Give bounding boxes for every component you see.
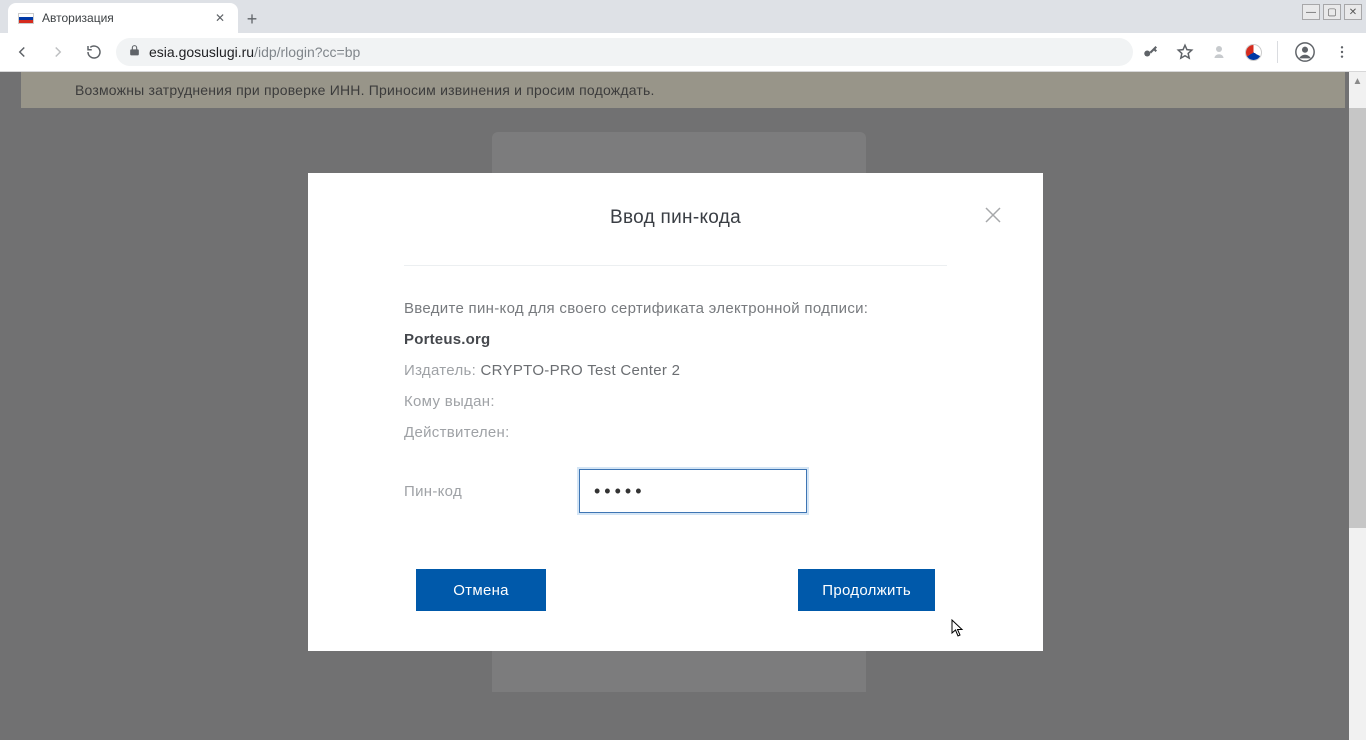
notice-text: Возможны затруднения при проверке ИНН. П… xyxy=(75,82,655,98)
certificate-name: Porteus.org xyxy=(404,331,947,348)
tab-title: Авторизация xyxy=(42,11,204,25)
browser-tab[interactable]: Авторизация ✕ xyxy=(8,3,238,33)
back-button[interactable] xyxy=(8,38,36,66)
pin-label: Пин-код xyxy=(404,483,579,500)
valid-label: Действителен: xyxy=(404,424,510,441)
notice-banner: Возможны затруднения при проверке ИНН. П… xyxy=(21,72,1345,108)
toolbar-right xyxy=(1141,39,1358,65)
lock-icon xyxy=(128,44,141,60)
continue-button[interactable]: Продолжить xyxy=(798,569,935,611)
menu-icon[interactable] xyxy=(1332,42,1352,62)
reload-button[interactable] xyxy=(80,38,108,66)
maximize-button[interactable]: ▢ xyxy=(1323,4,1341,20)
profile-avatar[interactable] xyxy=(1292,39,1318,65)
browser-toolbar: esia.gosuslugi.ru/idp/rlogin?cc=bp xyxy=(0,33,1366,72)
forward-button[interactable] xyxy=(44,38,72,66)
close-modal-button[interactable] xyxy=(981,203,1005,227)
scroll-up-icon[interactable]: ▲ xyxy=(1349,72,1366,90)
close-window-button[interactable]: ✕ xyxy=(1344,4,1362,20)
close-tab-icon[interactable]: ✕ xyxy=(212,11,228,25)
cancel-button[interactable]: Отмена xyxy=(416,569,546,611)
minimize-button[interactable]: — xyxy=(1302,4,1320,20)
modal-title: Ввод пин-кода xyxy=(404,207,947,229)
issuer-label: Издатель: xyxy=(404,362,476,379)
button-row: Отмена Продолжить xyxy=(404,569,947,611)
scrollbar-thumb[interactable] xyxy=(1349,108,1366,528)
extension-icon[interactable] xyxy=(1209,42,1229,62)
divider xyxy=(1277,41,1278,63)
issued-to-label: Кому выдан: xyxy=(404,393,495,410)
key-icon[interactable] xyxy=(1141,42,1161,62)
star-icon[interactable] xyxy=(1175,42,1195,62)
window-controls: — ▢ ✕ xyxy=(1302,4,1362,20)
cursor-icon xyxy=(951,619,965,637)
valid-row: Действителен: xyxy=(404,424,947,441)
tab-bar: Авторизация ✕ + xyxy=(0,0,1366,33)
scrollbar[interactable]: ▲ xyxy=(1349,72,1366,740)
russia-flag-icon xyxy=(18,10,34,26)
russia-flag-icon[interactable] xyxy=(1243,42,1263,62)
pin-input[interactable] xyxy=(579,469,807,513)
pin-modal: Ввод пин-кода Введите пин-код для своего… xyxy=(308,173,1043,651)
instruction-text: Введите пин-код для своего сертификата э… xyxy=(404,300,947,317)
issued-to-row: Кому выдан: xyxy=(404,393,947,410)
issuer-row: Издатель: CRYPTO-PRO Test Center 2 xyxy=(404,362,947,379)
new-tab-button[interactable]: + xyxy=(238,5,266,33)
page-content: Возможны затруднения при проверке ИНН. П… xyxy=(0,72,1366,740)
divider xyxy=(404,265,947,266)
url-text: esia.gosuslugi.ru/idp/rlogin?cc=bp xyxy=(149,44,360,60)
issuer-value: CRYPTO-PRO Test Center 2 xyxy=(481,362,681,379)
pin-row: Пин-код xyxy=(404,469,947,513)
address-bar[interactable]: esia.gosuslugi.ru/idp/rlogin?cc=bp xyxy=(116,38,1133,66)
